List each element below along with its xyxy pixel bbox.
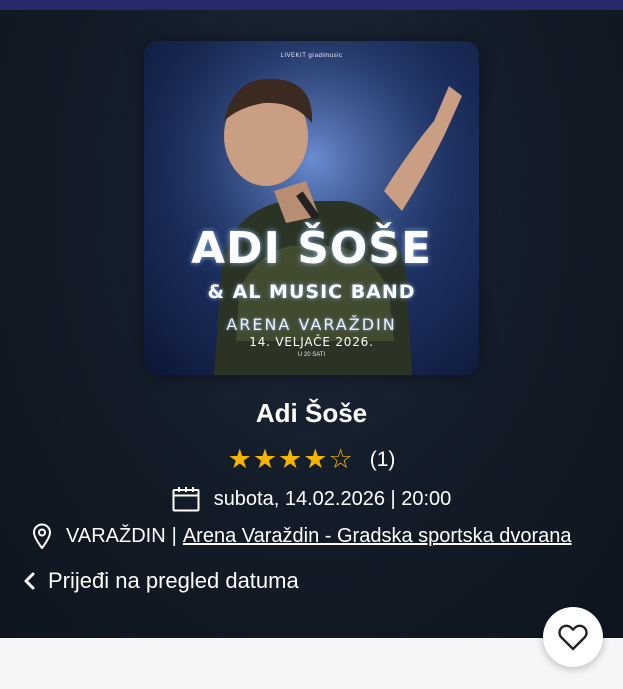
event-datetime: subota, 14.02.2026 | 20:00 (213, 487, 452, 510)
calendar-icon (172, 487, 200, 512)
top-bar (0, 0, 623, 10)
star-empty-icon[interactable]: ☆ (328, 446, 352, 473)
event-date-row: subota, 14.02.2026 | 20:00 (0, 486, 623, 512)
event-location-row: VARAŽDIN | Arena Varaždin - Gradska spor… (32, 523, 593, 549)
back-to-dates-label: Prijeđi na pregled datuma (48, 568, 299, 593)
event-city: VARAŽDIN (66, 524, 166, 547)
event-poster: LIVEKIT gradimusic ADI ŠOŠE & AL MUSIC B… (144, 41, 479, 375)
chevron-left-icon (24, 572, 35, 590)
back-to-dates-link[interactable]: Prijeđi na pregled datuma (22, 568, 299, 594)
location-pin-icon (32, 523, 52, 549)
poster-venue: ARENA VARAŽDIN (226, 315, 397, 334)
poster-artist-name: ADI ŠOŠE (190, 223, 433, 274)
event-title: Adi Šoše (255, 398, 368, 428)
poster-time: U 20 SATI (297, 352, 326, 358)
event-hero: LIVEKIT gradimusic ADI ŠOŠE & AL MUSIC B… (0, 10, 623, 638)
event-rating[interactable]: ★ ★ ★ ★ ☆ (1) (0, 446, 623, 473)
heart-outline-icon (558, 624, 588, 651)
location-separator: | (171, 524, 177, 547)
star-filled-icon[interactable]: ★ (278, 446, 302, 473)
event-venue-link[interactable]: Arena Varaždin - Gradska sportska dvoran… (183, 525, 572, 548)
star-filled-icon[interactable]: ★ (228, 446, 252, 473)
rating-stars[interactable]: ★ ★ ★ ★ ☆ (228, 446, 354, 473)
star-filled-icon[interactable]: ★ (253, 446, 277, 473)
poster-date: 14. VELJAČE 2026. (249, 335, 374, 349)
favorite-button[interactable] (543, 607, 603, 667)
poster-band-name: & AL MUSIC BAND (207, 281, 416, 303)
star-filled-icon[interactable]: ★ (303, 446, 327, 473)
poster-promoter-logo: LIVEKIT gradimusic (280, 53, 343, 59)
rating-count[interactable]: (1) (370, 448, 396, 472)
